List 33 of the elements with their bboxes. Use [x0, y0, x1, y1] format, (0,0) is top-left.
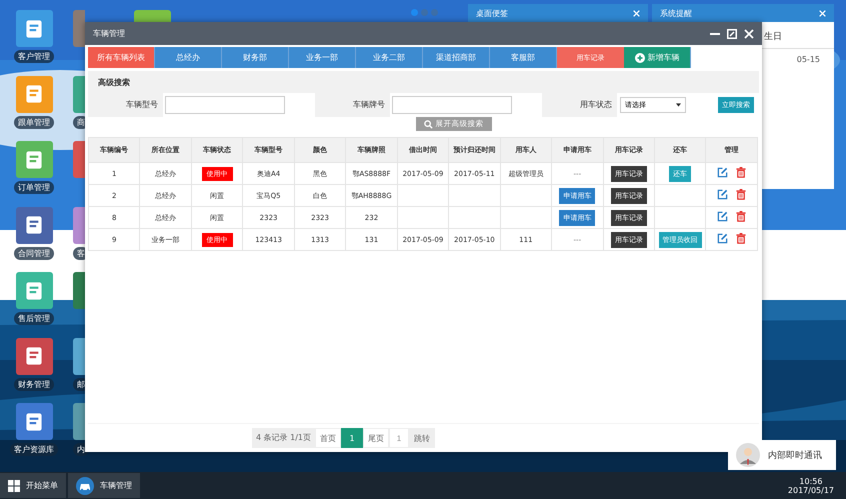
clock-date: 2017/05/17	[788, 486, 834, 494]
first-page-button[interactable]: 首页	[315, 428, 342, 448]
app-label[interactable]: 合同管理	[14, 246, 54, 260]
field-label: 用车状态	[542, 93, 617, 117]
tab[interactable]: 客服部	[490, 47, 557, 68]
page-button[interactable]: 1	[341, 428, 364, 448]
app-label[interactable]: 客户资源库	[10, 443, 58, 456]
tab[interactable]: 新增车辆	[624, 47, 691, 68]
chat-popup[interactable]: 内部即时通讯	[728, 440, 836, 470]
window-title: 车辆管理	[93, 28, 125, 39]
start-button[interactable]: 开始菜单	[0, 473, 66, 498]
app-label[interactable]: 订单管理	[14, 181, 54, 194]
field-label: 车辆型号	[88, 93, 163, 117]
tab[interactable]: 所有车辆列表	[88, 47, 155, 68]
panel-title: 高级搜索	[98, 76, 130, 88]
record-summary: 4 条记录 1/1页	[252, 428, 316, 448]
chat-label: 内部即时通讯	[768, 450, 822, 462]
tab[interactable]: 总经办	[155, 47, 222, 68]
tab[interactable]: 财务部	[222, 47, 289, 68]
field-label: 车辆牌号	[315, 93, 390, 117]
app-label[interactable]: 客户管理	[14, 50, 54, 63]
last-page-button[interactable]: 尾页	[363, 428, 390, 448]
app-label[interactable]: 售后管理	[14, 312, 54, 325]
tab[interactable]: 业务一部	[289, 47, 356, 68]
jump-button[interactable]: 跳转	[409, 428, 436, 448]
reminder-heading: 生日	[764, 32, 782, 42]
tab[interactable]: 渠道招商部	[423, 47, 490, 68]
widget-title: 桌面便签	[476, 8, 508, 18]
widget-title: 系统提醒	[660, 8, 692, 18]
reminder-date: 05-15	[796, 55, 820, 64]
taskbar-app[interactable]: 车辆管理	[68, 473, 140, 498]
clock-time: 10:56	[799, 476, 822, 486]
tab[interactable]: 业务二部	[356, 47, 423, 68]
